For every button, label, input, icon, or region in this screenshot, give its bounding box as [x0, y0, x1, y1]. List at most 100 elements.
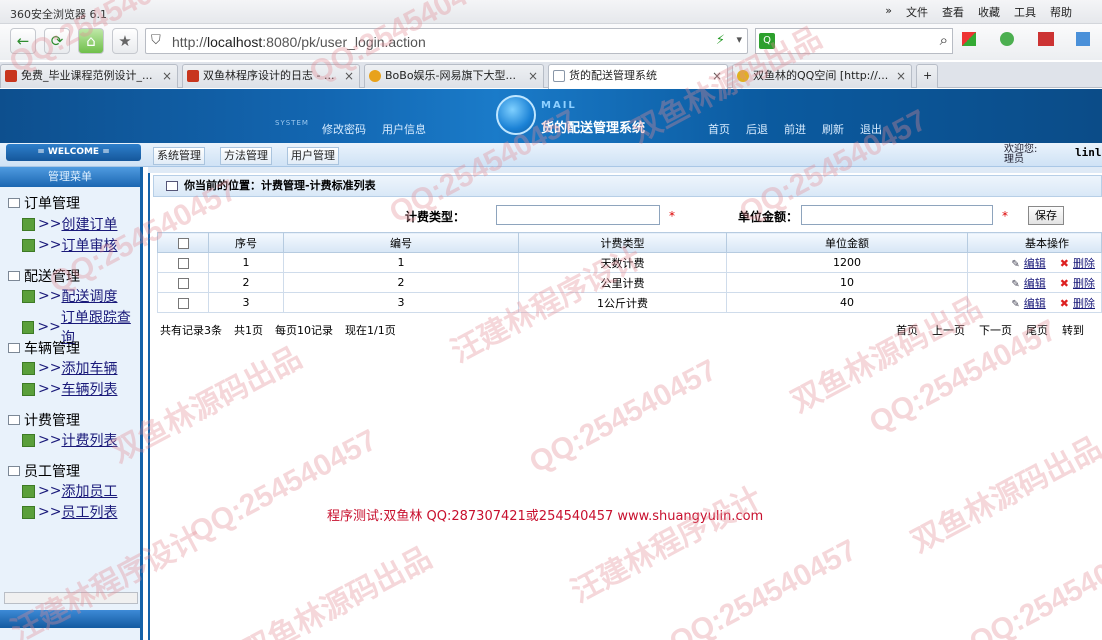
menu-group-vehicles[interactable]: 车辆管理 — [8, 338, 80, 358]
unit-amount-label: 单位金额： — [738, 210, 799, 224]
delete-link[interactable]: 删除 — [1073, 277, 1095, 290]
row-checkbox[interactable] — [177, 297, 189, 309]
menu-item-staff-list[interactable]: >> 员工列表 — [22, 502, 117, 522]
browser-tab[interactable]: 双鱼林程序设计的日志 - ... × — [182, 64, 360, 88]
browser-tab[interactable]: BoBo娱乐-网易旗下大型... × — [364, 64, 544, 88]
page-icon — [22, 320, 35, 334]
row-checkbox[interactable] — [177, 277, 189, 289]
menu-group-billing[interactable]: 计费管理 — [8, 410, 80, 430]
menu-view[interactable]: 查看 — [942, 4, 964, 20]
cell-seq: 1 — [208, 252, 284, 273]
search-icon[interactable]: ⌕ — [940, 31, 948, 49]
close-icon[interactable]: × — [528, 65, 538, 87]
extension-icon[interactable] — [1076, 32, 1090, 46]
pencil-icon: ✎ — [1011, 258, 1020, 270]
search-engine-icon[interactable]: Q — [759, 33, 775, 49]
cell-id: 1 — [283, 252, 519, 273]
menu-file[interactable]: 文件 — [906, 4, 928, 20]
cell-actions: ✎ 编辑 ✖ 删除 — [967, 292, 1102, 313]
next-page-link[interactable]: 下一页 — [979, 322, 1012, 338]
menu-group-staff[interactable]: 员工管理 — [8, 461, 80, 481]
pencil-icon: ✎ — [1011, 298, 1020, 310]
save-button[interactable]: 保存 — [1028, 206, 1064, 225]
prev-page-link[interactable]: 上一页 — [932, 322, 965, 338]
first-page-link[interactable]: 首页 — [896, 322, 918, 338]
menu-item-order-review[interactable]: >> 订单审核 — [22, 235, 117, 255]
total-records: 共有记录3条 — [160, 324, 222, 337]
tab-strip: 免费_毕业课程范例设计_... × 双鱼林程序设计的日志 - ... × BoBo娱… — [0, 62, 1102, 89]
close-icon[interactable]: × — [712, 65, 722, 87]
back-link[interactable]: 后退 — [746, 121, 768, 137]
sidebar-footer — [0, 610, 140, 628]
header-left-links: 修改密码 用户信息 — [322, 121, 426, 137]
lightning-icon[interactable]: ⚡ — [716, 33, 725, 48]
menu-item-add-staff[interactable]: >> 添加员工 — [22, 481, 117, 501]
close-icon[interactable]: × — [896, 65, 906, 87]
chevron-down-icon[interactable]: ▾ — [736, 33, 742, 46]
menu-tools[interactable]: 工具 — [1014, 4, 1036, 20]
delete-link[interactable]: 删除 — [1073, 297, 1095, 310]
last-page-link[interactable]: 尾页 — [1026, 322, 1048, 338]
delete-link[interactable]: 删除 — [1073, 257, 1095, 270]
menu-group-delivery[interactable]: 配送管理 — [8, 266, 80, 286]
change-password-link[interactable]: 修改密码 — [322, 121, 366, 137]
refresh-icon: ⟳ — [50, 32, 64, 50]
logout-link[interactable]: 退出 — [860, 121, 882, 137]
refresh-link[interactable]: 刷新 — [822, 121, 844, 137]
security-icon[interactable] — [1000, 32, 1014, 46]
cell-actions: ✎ 编辑 ✖ 删除 — [967, 272, 1102, 293]
row-checkbox[interactable] — [177, 257, 189, 269]
col-seq: 序号 — [208, 232, 284, 253]
menu-item-vehicle-list[interactable]: >> 车辆列表 — [22, 379, 117, 399]
pager-nav: 首页 上一页 下一页 尾页 转到 — [896, 322, 1084, 338]
main-panel-top-strip — [148, 167, 1102, 173]
menu-item-dispatch[interactable]: >> 配送调度 — [22, 286, 117, 306]
close-icon[interactable]: × — [162, 65, 172, 87]
browser-tab[interactable]: 免费_毕业课程范例设计_... × — [0, 64, 178, 88]
browser-tab[interactable]: 双鱼林的QQ空间 [http://... × — [732, 64, 912, 88]
menu-favorites[interactable]: 收藏 — [978, 4, 1000, 20]
cell-id: 3 — [283, 292, 519, 313]
mail-tag: MAIL — [541, 100, 577, 111]
required-mark: * — [1002, 209, 1008, 223]
folder-icon — [8, 466, 20, 476]
unit-amount-input[interactable] — [801, 205, 993, 225]
menu-item-add-vehicle[interactable]: >> 添加车辆 — [22, 358, 117, 378]
sidebar: 管理菜单 订单管理 >> 创建订单 >> 订单审核 配送管理 >> 配送调度 >> 订单… — [0, 167, 143, 640]
menu-item-create-order[interactable]: >> 创建订单 — [22, 214, 117, 234]
footer-credit: 程序测试:双鱼林 QQ:287307421或254540457 www.shua… — [327, 509, 764, 524]
sidebar-header: 管理菜单 — [0, 167, 140, 187]
user-info-link[interactable]: 用户信息 — [382, 121, 426, 137]
apps-icon[interactable] — [962, 32, 976, 46]
back-button[interactable]: ← — [10, 28, 36, 54]
select-all-checkbox[interactable] — [177, 237, 189, 249]
browser-tab-active[interactable]: 货的配送管理系统 × — [548, 64, 728, 89]
tab-system-management[interactable]: 系统管理 — [153, 147, 205, 165]
home-link[interactable]: 首页 — [708, 121, 730, 137]
sidebar-horizontal-scrollbar[interactable] — [4, 592, 138, 604]
forward-link[interactable]: 前进 — [784, 121, 806, 137]
sub-toolbar: 系统管理 方法管理 用户管理 欢迎您: 理员 linl — [0, 143, 1102, 167]
close-icon[interactable]: × — [344, 65, 354, 87]
tab-user-management[interactable]: 用户管理 — [287, 147, 339, 165]
refresh-button[interactable]: ⟳ — [44, 28, 70, 54]
tab-method-management[interactable]: 方法管理 — [220, 147, 272, 165]
menu-group-orders[interactable]: 订单管理 — [8, 193, 80, 213]
cell-amount: 1200 — [726, 252, 968, 273]
cell-amount: 40 — [726, 292, 968, 313]
edit-link[interactable]: 编辑 — [1024, 297, 1046, 310]
billing-type-input[interactable] — [496, 205, 660, 225]
home-button[interactable]: ⌂ — [78, 28, 104, 54]
select-all-cell — [157, 232, 209, 253]
menu-item-billing-list[interactable]: >> 计费列表 — [22, 430, 117, 450]
edit-link[interactable]: 编辑 — [1024, 277, 1046, 290]
new-tab-button[interactable]: + — [916, 64, 938, 88]
favorite-button[interactable]: ★ — [112, 28, 138, 54]
translate-icon[interactable] — [1038, 32, 1054, 46]
menu-more[interactable]: » — [885, 4, 892, 20]
search-box[interactable]: Q ⌕ — [755, 28, 953, 54]
address-bar[interactable]: ⛉ http://localhost:8080/pk/user_login.ac… — [145, 28, 748, 54]
edit-link[interactable]: 编辑 — [1024, 257, 1046, 270]
page-icon — [22, 505, 35, 519]
menu-help[interactable]: 帮助 — [1050, 4, 1072, 20]
